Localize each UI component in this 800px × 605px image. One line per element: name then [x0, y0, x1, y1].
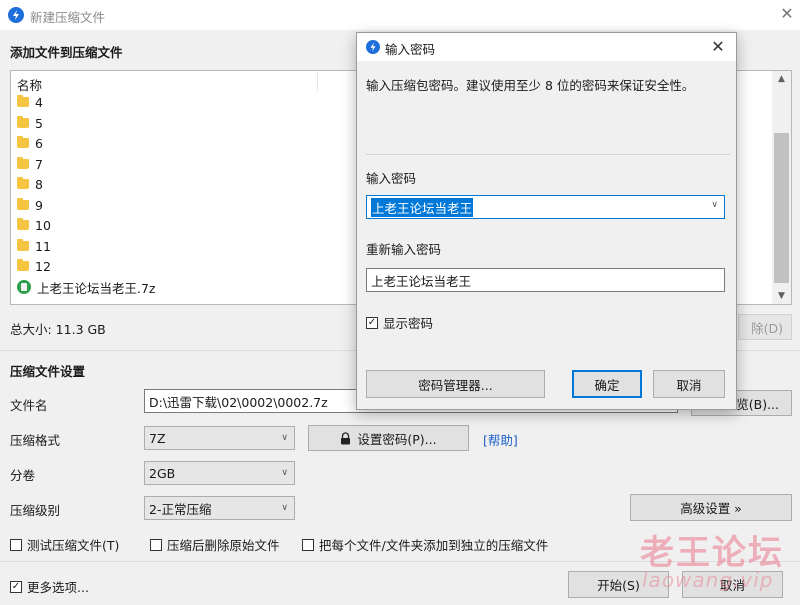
list-item-label: 9: [35, 197, 43, 213]
list-item-label: 5: [35, 115, 43, 131]
folder-icon: [17, 198, 29, 210]
list-item[interactable]: 4: [17, 92, 43, 112]
delete-button[interactable]: 除(D): [738, 314, 792, 340]
test-archive-option[interactable]: 测试压缩文件(T): [10, 535, 119, 554]
format-label: 压缩格式: [10, 433, 61, 448]
delete-after-checkbox[interactable]: [150, 538, 162, 551]
list-item-label: 4: [35, 94, 43, 110]
vertical-scrollbar[interactable]: ▲ ▼: [772, 71, 791, 304]
format-select[interactable]: 7Z ∨: [144, 426, 295, 450]
watermark-url: laowang.vip: [642, 568, 774, 592]
scroll-thumb[interactable]: [774, 133, 789, 283]
list-item-label: 10: [35, 217, 51, 233]
list-item-label: 12: [35, 258, 51, 274]
column-divider[interactable]: [317, 73, 318, 91]
reenter-password-input[interactable]: 上老王论坛当老王: [366, 268, 725, 292]
list-item[interactable]: 8: [17, 174, 43, 194]
show-password-option[interactable]: ✓ 显示密码: [366, 313, 433, 332]
delete-after-label: 压缩后删除原始文件: [167, 538, 280, 553]
folder-icon: [17, 177, 29, 189]
password-manager-button[interactable]: 密码管理器...: [366, 370, 545, 398]
list-item[interactable]: 5: [17, 113, 43, 133]
dialog-title: 输入密码: [385, 42, 436, 57]
set-password-button[interactable]: 设置密码(P)...: [308, 425, 469, 451]
list-item[interactable]: 12: [17, 256, 51, 276]
split-select[interactable]: 2GB ∨: [144, 461, 295, 485]
list-item[interactable]: 10: [17, 215, 51, 235]
split-label: 分卷: [10, 468, 36, 483]
advanced-settings-button[interactable]: 高级设置 »: [630, 494, 792, 521]
scroll-down-icon[interactable]: ▼: [772, 288, 791, 304]
chevron-down-icon: ∨: [281, 433, 288, 443]
help-link[interactable]: [帮助]: [483, 430, 518, 449]
scroll-up-icon[interactable]: ▲: [772, 71, 791, 87]
list-item[interactable]: 7: [17, 154, 43, 174]
password-dialog: 输入密码 ✕ 输入压缩包密码。建议使用至少 8 位的密码来保证安全性。 输入密码…: [356, 32, 737, 410]
app-icon: [366, 40, 380, 54]
split-value: 2GB: [149, 465, 176, 481]
filename-label: 文件名: [10, 398, 48, 413]
folder-icon: [17, 218, 29, 230]
window-title: 新建压缩文件: [30, 10, 106, 25]
format-value: 7Z: [149, 430, 166, 446]
more-options-option[interactable]: ✓ 更多选项...: [10, 577, 89, 596]
chevron-down-icon[interactable]: ∨: [711, 200, 718, 210]
app-icon: [8, 7, 24, 23]
more-options-checkbox[interactable]: ✓: [10, 580, 22, 593]
dialog-cancel-button[interactable]: 取消: [653, 370, 725, 398]
more-options-label: 更多选项...: [27, 580, 89, 595]
ok-button[interactable]: 确定: [572, 370, 642, 398]
show-password-label: 显示密码: [383, 316, 434, 331]
list-item-label: 11: [35, 238, 51, 254]
folder-icon: [17, 259, 29, 271]
set-password-label: 设置密码(P)...: [357, 431, 437, 447]
chevron-down-icon: ∨: [281, 503, 288, 513]
separate-archives-label: 把每个文件/文件夹添加到独立的压缩文件: [319, 538, 549, 553]
chevron-down-icon: ∨: [281, 468, 288, 478]
separate-archives-checkbox[interactable]: [302, 538, 314, 551]
list-item[interactable]: 9: [17, 195, 43, 215]
test-archive-checkbox[interactable]: [10, 538, 22, 551]
list-item[interactable]: 6: [17, 133, 43, 153]
close-icon[interactable]: ✕: [707, 36, 729, 58]
dialog-titlebar: 输入密码 ✕: [357, 33, 736, 61]
list-item-label: 6: [35, 135, 43, 151]
archive-icon: [17, 280, 31, 294]
folder-icon: [17, 239, 29, 251]
folder-icon: [17, 157, 29, 169]
close-icon[interactable]: ✕: [776, 3, 798, 25]
list-item-label: 8: [35, 176, 43, 192]
lock-icon: [341, 431, 351, 444]
folder-icon: [17, 116, 29, 128]
password-input[interactable]: 上老王论坛当老王 ∨: [366, 195, 725, 219]
settings-heading: 压缩文件设置: [10, 364, 86, 379]
level-label: 压缩级别: [10, 503, 61, 518]
separate-archives-option[interactable]: 把每个文件/文件夹添加到独立的压缩文件: [302, 535, 548, 554]
list-item-label: 上老王论坛当老王.7z: [37, 280, 156, 296]
folder-icon: [17, 136, 29, 148]
reenter-password-label: 重新输入密码: [366, 242, 442, 257]
level-value: 2-正常压缩: [149, 501, 212, 517]
watermark: 老王论坛: [640, 533, 784, 573]
list-item-label: 7: [35, 156, 43, 172]
add-files-heading: 添加文件到压缩文件: [10, 45, 123, 60]
password-value: 上老王论坛当老王: [371, 197, 474, 217]
password-label: 输入密码: [366, 171, 417, 186]
window-titlebar: 新建压缩文件 ✕: [0, 0, 800, 30]
folder-icon: [17, 95, 29, 107]
total-size: 总大小: 11.3 GB: [10, 322, 106, 337]
dialog-description: 输入压缩包密码。建议使用至少 8 位的密码来保证安全性。: [366, 78, 695, 93]
divider: [366, 154, 730, 155]
test-archive-label: 测试压缩文件(T): [27, 538, 120, 553]
show-password-checkbox[interactable]: ✓: [366, 316, 378, 329]
list-item[interactable]: 11: [17, 236, 51, 256]
level-select[interactable]: 2-正常压缩 ∨: [144, 496, 295, 520]
list-item[interactable]: 上老王论坛当老王.7z: [17, 277, 156, 297]
delete-after-option[interactable]: 压缩后删除原始文件: [150, 535, 280, 554]
